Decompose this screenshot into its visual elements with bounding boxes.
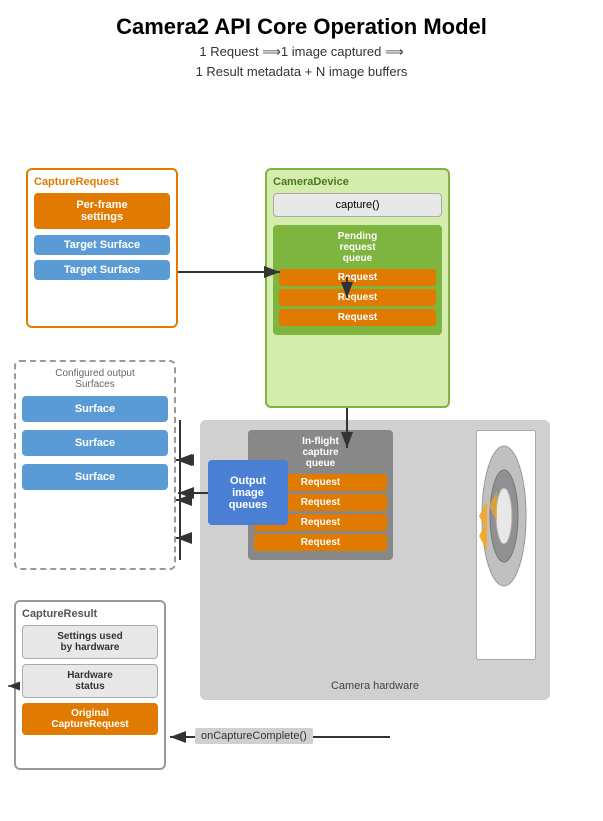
output-surfaces-box: Configured outputSurfaces Surface Surfac… [14, 360, 176, 570]
output-queue-box: Outputimagequeues [208, 460, 288, 525]
pending-queue-box: Pendingrequestqueue Request Request Requ… [273, 225, 442, 335]
output-queue-label: Outputimagequeues [229, 475, 268, 511]
per-frame-box: Per-framesettings [34, 193, 170, 229]
surface-box-3: Surface [22, 464, 168, 490]
title-area: Camera2 API Core Operation Model 1 Reque… [0, 0, 603, 79]
capture-request-box: CaptureRequest Per-framesettings Target … [26, 168, 178, 328]
capture-result-label: CaptureResult [22, 608, 158, 620]
lens-svg [477, 431, 532, 601]
surface-box-2: Surface [22, 430, 168, 456]
request-item-3: Request [279, 309, 436, 326]
capture-func-box: capture() [273, 193, 442, 217]
inflight-request-4: Request [254, 534, 387, 551]
original-capture-box: OriginalCaptureRequest [22, 703, 158, 735]
camera-device-box: CameraDevice capture() Pendingrequestque… [265, 168, 450, 408]
settings-hw-box: Settings usedby hardware [22, 625, 158, 659]
pending-queue-label: Pendingrequestqueue [279, 231, 436, 264]
hardware-label: Camera hardware [200, 680, 550, 692]
capture-result-box: CaptureResult Settings usedby hardware H… [14, 600, 166, 770]
surface-box-1: Surface [22, 396, 168, 422]
request-item-1: Request [279, 269, 436, 286]
camera-hw-box [476, 430, 536, 660]
output-surfaces-label: Configured outputSurfaces [22, 368, 168, 390]
on-capture-complete-label: onCaptureComplete() [195, 728, 313, 744]
hw-status-box: Hardwarestatus [22, 664, 158, 698]
target-surface-box-1: Target Surface [34, 235, 170, 255]
subtitle-line2: 1 Result metadata + N image buffers [0, 64, 603, 79]
capture-request-label: CaptureRequest [34, 176, 170, 188]
main-title: Camera2 API Core Operation Model [0, 14, 603, 40]
subtitle-line1: 1 Request ⟹1 image captured ⟹ [0, 44, 603, 60]
request-item-2: Request [279, 289, 436, 306]
camera-device-label: CameraDevice [273, 176, 442, 188]
target-surface-box-2: Target Surface [34, 260, 170, 280]
